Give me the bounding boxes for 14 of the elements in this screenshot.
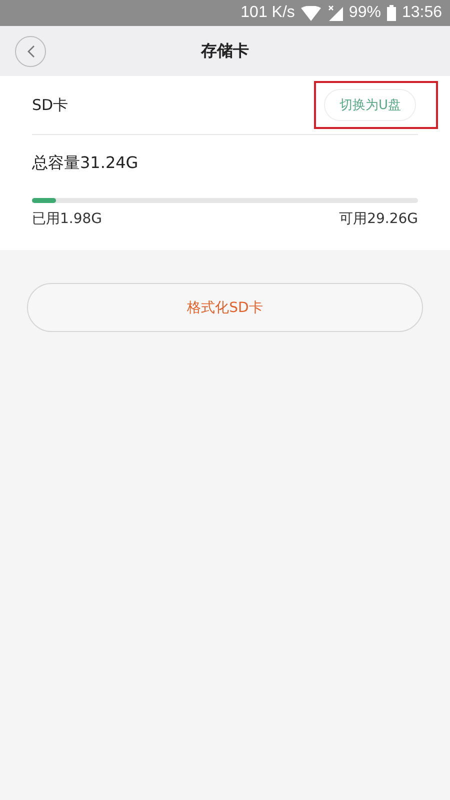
- used-space: 已用1.98G: [32, 210, 102, 228]
- card-label: SD卡: [32, 96, 68, 114]
- back-button[interactable]: [15, 36, 46, 67]
- back-icon: [26, 45, 34, 58]
- battery-icon: [386, 5, 396, 21]
- format-button[interactable]: 格式化SD卡: [27, 283, 423, 332]
- clock: 13:56: [402, 4, 442, 22]
- free-space: 可用29.26G: [339, 210, 418, 228]
- battery-percent: 99%: [348, 4, 381, 22]
- network-speed: 101 K/s: [240, 4, 295, 22]
- page-title: 存储卡: [201, 40, 249, 62]
- total-capacity: 总容量31.24G: [32, 153, 138, 174]
- signal-icon: [326, 5, 343, 21]
- wifi-icon: [300, 6, 321, 20]
